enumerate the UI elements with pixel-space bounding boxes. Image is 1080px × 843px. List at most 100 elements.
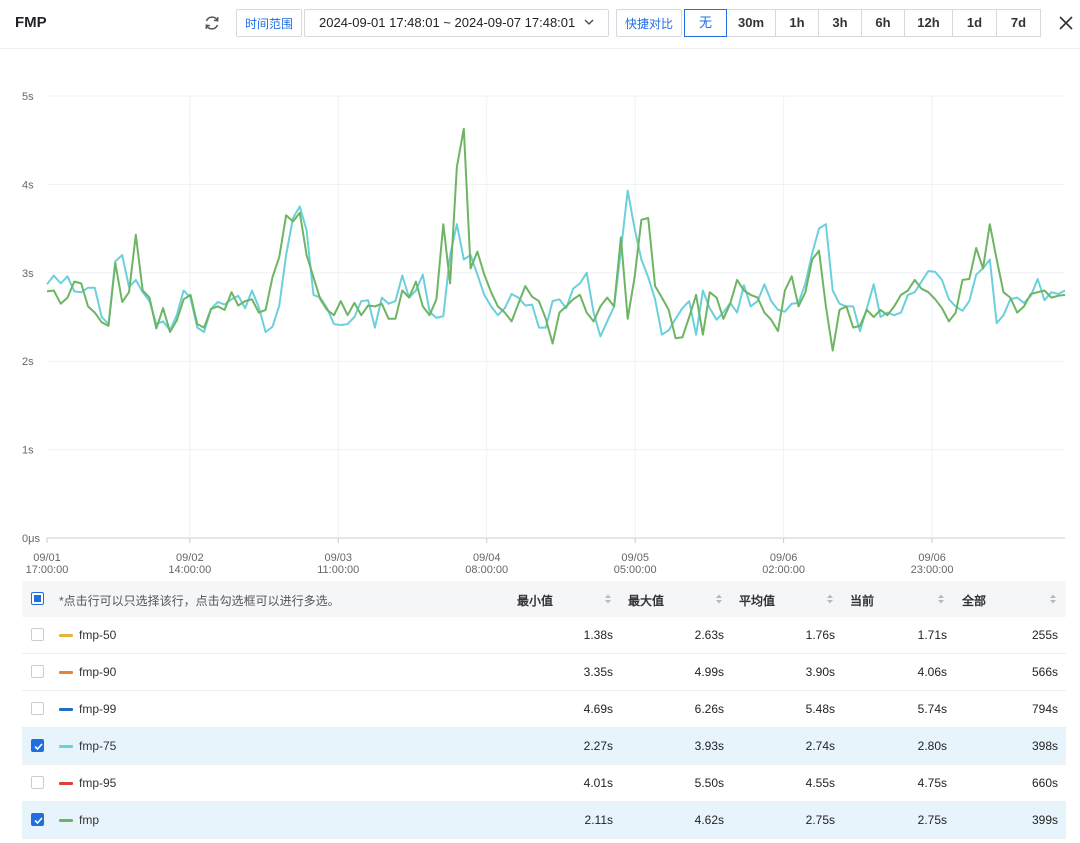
compare-option-4[interactable]: 3h [818,9,862,37]
x-tick-date: 09/03 [324,552,352,564]
table-hint: *点击行可以只选择该行，点击勾选框可以进行多选。 [59,594,340,608]
compare-option-1[interactable]: 无 [684,9,727,37]
column-header-3[interactable]: 平均值 [739,592,775,609]
x-tick-time: 17:00:00 [26,564,69,576]
x-tick-time: 11:00:00 [317,564,359,576]
refresh-icon[interactable] [202,13,222,33]
table-row[interactable]: fmp-90 3.35s 4.99s 3.90s 4.06s 566s [22,654,1066,691]
column-header-1[interactable]: 最小值 [517,592,553,609]
row-checkbox[interactable] [31,813,44,826]
sort-icon[interactable] [1049,593,1057,605]
x-tick-date: 09/06 [770,552,798,564]
x-tick-time: 02:00:00 [762,564,805,576]
cell-1: 4.01s [583,776,613,790]
row-checkbox[interactable] [31,702,44,715]
table-row[interactable]: fmp-50 1.38s 2.63s 1.76s 1.71s 255s [22,617,1066,654]
cell-4: 5.74s [917,702,947,716]
cell-2: 4.62s [694,813,724,827]
series-name: fmp-50 [79,628,117,642]
table-row[interactable]: fmp 2.11s 4.62s 2.75s 2.75s 399s [22,802,1066,839]
page-title: FMP [15,14,47,31]
table-header: *点击行可以只选择该行，点击勾选框可以进行多选。 最小值 最大值 平均值 当前 全部 [22,581,1066,617]
line-chart: 0μs 1s 2s 3s 4s 5s 09/0117:00:00 09/0214:00:00 0… [22,91,1066,576]
date-range-value: 2024-09-01 17:48:01 ~ 2024-09-07 17:48:0… [319,15,576,30]
compare-option-5[interactable]: 6h [861,9,905,37]
check-icon [34,743,43,751]
cell-3: 2.74s [805,739,835,753]
cell-5: 255s [1031,628,1058,642]
cell-1: 2.11s [584,813,613,827]
toolbar: FMP 时间范围 2024-09-01 17:48:01 ~ 2024-09-0… [0,0,1080,49]
cell-3: 3.90s [805,665,835,679]
cell-1: 3.35s [583,665,613,679]
cell-3: 1.76s [805,628,835,642]
y-tick-label: 3s [22,268,34,280]
check-icon [34,817,43,825]
cell-3: 5.48s [805,702,835,716]
cell-5: 566s [1031,665,1058,679]
series-table: *点击行可以只选择该行，点击勾选框可以进行多选。 最小值 最大值 平均值 当前 全部 f… [22,581,1066,839]
series-name: fmp-75 [79,739,117,753]
x-tick-time: 23:00:00 [911,564,954,576]
sort-icon[interactable] [715,593,723,605]
sort-icon[interactable] [604,593,612,605]
chevron-down-icon [584,19,594,25]
column-header-5[interactable]: 全部 [962,592,986,609]
cell-5: 398s [1031,739,1058,753]
row-checkbox[interactable] [31,739,44,752]
date-range-picker[interactable]: 2024-09-01 17:48:01 ~ 2024-09-07 17:48:0… [304,9,609,37]
y-tick-label: 5s [22,91,34,103]
cell-2: 4.99s [694,665,724,679]
row-checkbox[interactable] [31,628,44,641]
cell-5: 399s [1031,813,1058,827]
series-color-swatch [59,819,73,822]
y-tick-label: 4s [22,179,34,191]
cell-4: 4.06s [917,665,947,679]
table-row[interactable]: fmp-75 2.27s 3.93s 2.74s 2.80s 398s [22,728,1066,765]
y-tick-label: 1s [22,445,34,457]
series-line-fmp-75 [46,189,1066,338]
sort-icon[interactable] [937,593,945,605]
compare-option-2[interactable]: 30m [726,9,776,37]
compare-option-6[interactable]: 12h [904,9,953,37]
x-tick-time: 08:00:00 [465,564,508,576]
column-header-4[interactable]: 当前 [850,592,874,609]
row-checkbox[interactable] [31,665,44,678]
series-line-fmp [46,127,1066,352]
close-icon[interactable] [1058,15,1074,31]
x-tick-date: 09/02 [176,552,204,564]
sort-icon[interactable] [826,593,834,605]
table-row[interactable]: fmp-99 4.69s 6.26s 5.48s 5.74s 794s [22,691,1066,728]
series-name: fmp-90 [79,665,117,679]
x-tick-date: 09/04 [473,552,501,564]
column-header-2[interactable]: 最大值 [628,592,664,609]
y-tick-label: 2s [22,356,34,368]
series-name: fmp [79,813,100,827]
row-checkbox[interactable] [31,776,44,789]
cell-2: 6.26s [694,702,724,716]
series-name: fmp-99 [79,702,117,716]
compare-option-8[interactable]: 7d [996,9,1041,37]
compare-option-7[interactable]: 1d [952,9,997,37]
table-row[interactable]: fmp-95 4.01s 5.50s 4.55s 4.75s 660s [22,765,1066,802]
cell-4: 1.71s [917,628,947,642]
compare-option-3[interactable]: 1h [775,9,819,37]
x-tick-time: 05:00:00 [614,564,657,576]
cell-1: 4.69s [583,702,613,716]
series-name: fmp-95 [79,776,117,790]
cell-3: 4.55s [805,776,835,790]
cell-5: 660s [1031,776,1058,790]
cell-5: 794s [1031,702,1058,716]
quick-compare-button[interactable]: 快捷对比 [616,9,683,37]
compare-segment: 无 30m 1h 3h 6h 12h 1d 7d [684,9,1041,37]
x-tick-date: 09/06 [918,552,946,564]
series-color-swatch [59,782,73,785]
select-all-checkbox[interactable] [31,592,44,605]
cell-3: 2.75s [805,813,835,827]
series-color-swatch [59,634,73,637]
cell-4: 2.80s [917,739,947,753]
time-range-button[interactable]: 时间范围 [236,9,303,37]
cell-1: 1.38s [583,628,613,642]
cell-2: 3.93s [694,739,724,753]
cell-1: 2.27s [583,739,613,753]
